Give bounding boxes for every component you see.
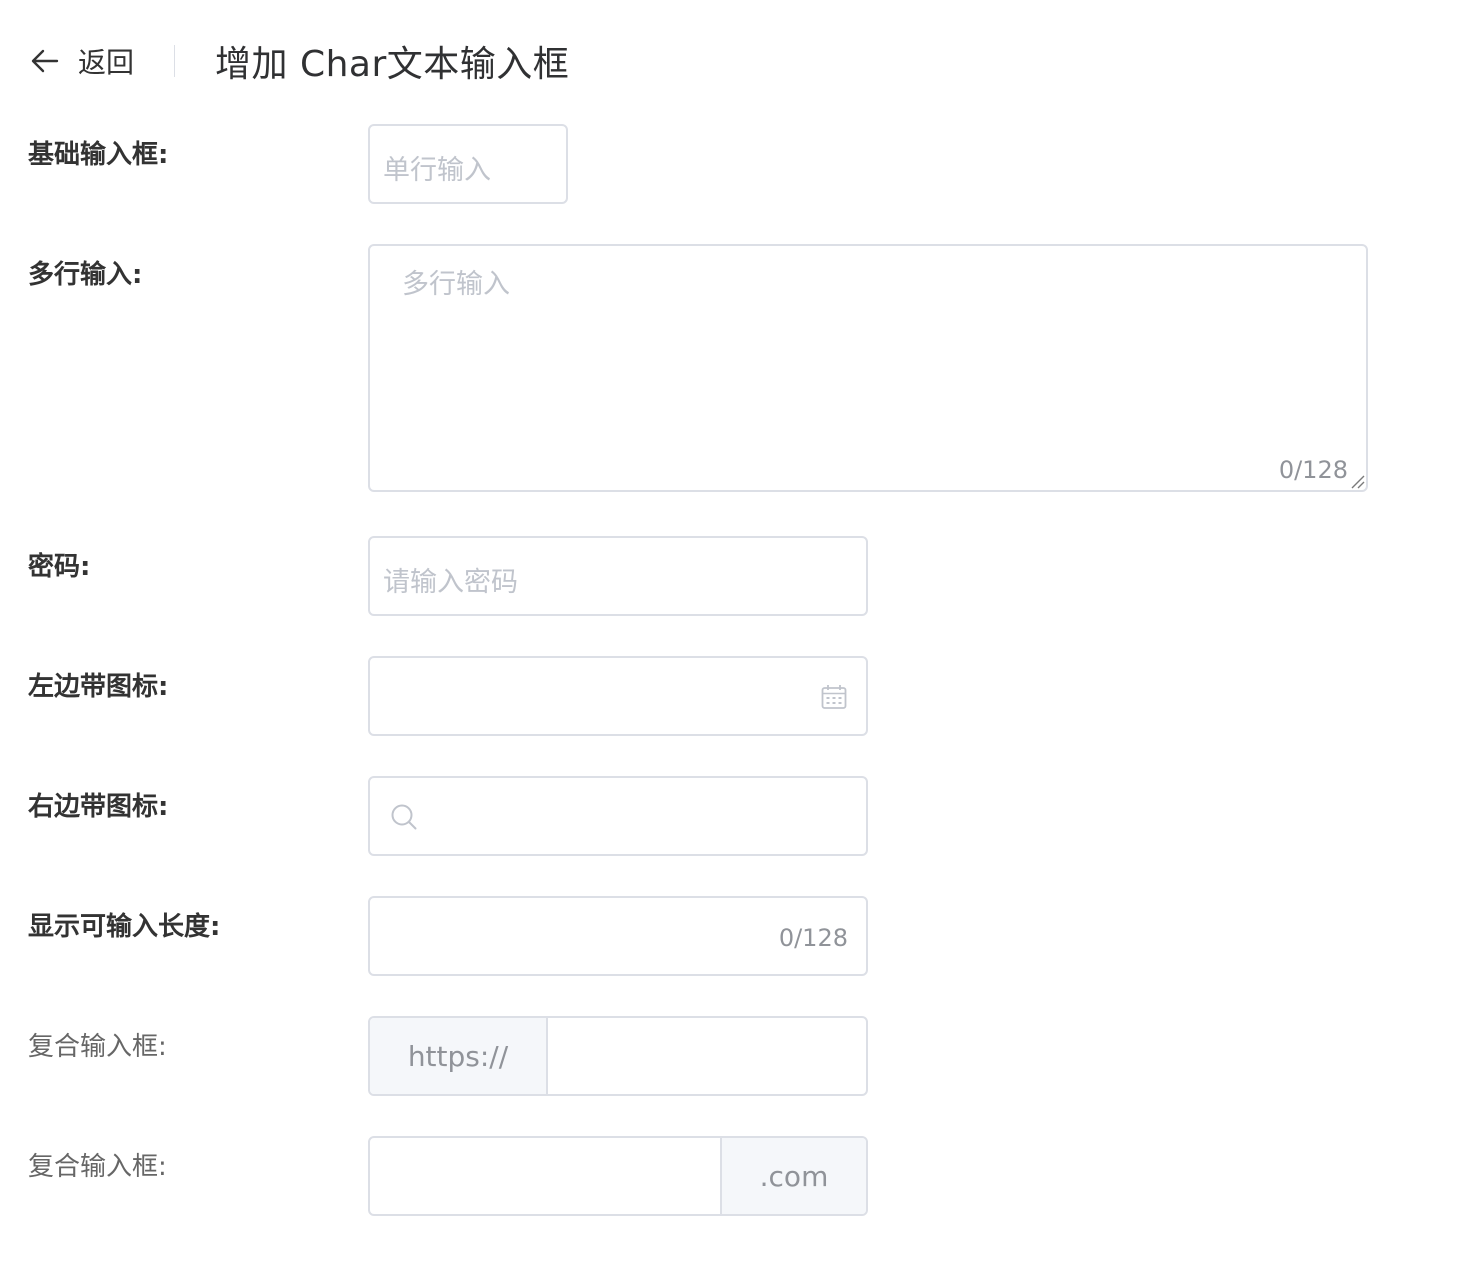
multiline-textarea[interactable]: 多行输入 0/128 [368, 244, 1368, 492]
show-length-label: 显示可输入长度: [28, 912, 221, 942]
composite-suffix-label: 复合输入框: [28, 1152, 167, 1182]
back-label: 返回 [78, 46, 135, 79]
right-icon-input[interactable] [368, 776, 868, 856]
show-length-char-count: 0/128 [778, 924, 848, 952]
form-row-basic: 基础输入框: 单行输入 [28, 124, 1448, 204]
arrow-left-icon [31, 49, 59, 73]
header-divider [174, 45, 176, 77]
basic-input[interactable]: 单行输入 [368, 124, 568, 204]
left-icon-label: 左边带图标: [28, 672, 169, 702]
form-row-right-icon: 右边带图标: [28, 776, 1448, 856]
search-icon[interactable] [390, 803, 418, 831]
composite-suffix-group: .com [368, 1136, 868, 1216]
multiline-input-label: 多行输入: [28, 260, 143, 290]
multiline-char-count: 0/128 [1278, 456, 1348, 484]
domain-suffix-addon: .com [720, 1138, 866, 1214]
form-row-composite-prefix: 复合输入框: https:// [28, 1016, 1448, 1096]
form-row-left-icon: 左边带图标: [28, 656, 1448, 736]
composite-suffix-input[interactable] [370, 1138, 720, 1214]
basic-input-label: 基础输入框: [28, 140, 169, 170]
composite-prefix-input[interactable] [548, 1018, 866, 1094]
calendar-icon[interactable] [820, 683, 848, 711]
basic-input-placeholder: 单行输入 [383, 155, 491, 186]
form-row-password: 密码: 请输入密码 [28, 536, 1448, 616]
show-length-input[interactable]: 0/128 [368, 896, 868, 976]
page-header: 返回 增加 Char文本输入框 [30, 36, 569, 86]
page-title: 增加 Char文本输入框 [215, 44, 570, 85]
form-row-show-length: 显示可输入长度: 0/128 [28, 896, 1448, 976]
resize-handle-icon[interactable] [1349, 473, 1365, 489]
multiline-placeholder: 多行输入 [402, 269, 510, 300]
right-icon-label: 右边带图标: [28, 792, 169, 822]
domain-suffix-text: .com [759, 1159, 829, 1193]
password-input[interactable]: 请输入密码 [368, 536, 868, 616]
form-row-multiline: 多行输入: 多行输入 0/128 [28, 244, 1448, 492]
url-prefix-text: https:// [407, 1039, 509, 1073]
left-icon-input[interactable] [368, 656, 868, 736]
composite-prefix-group: https:// [368, 1016, 868, 1096]
password-label: 密码: [28, 552, 91, 582]
password-placeholder: 请输入密码 [383, 567, 518, 598]
form-row-composite-suffix: 复合输入框: .com [28, 1136, 1448, 1216]
url-prefix-addon: https:// [370, 1018, 548, 1094]
back-button[interactable]: 返回 [30, 41, 134, 81]
composite-prefix-label: 复合输入框: [28, 1032, 167, 1062]
